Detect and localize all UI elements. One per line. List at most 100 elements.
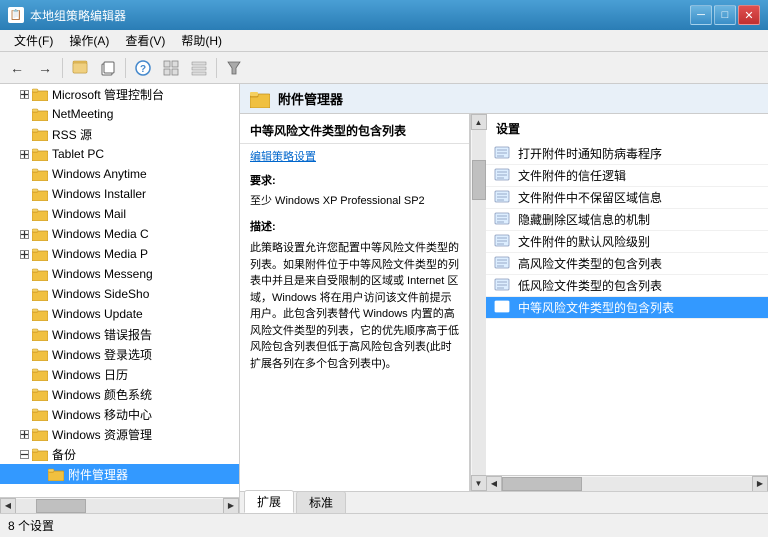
tree-item-winUpdate[interactable]: Windows Update [0,304,239,324]
tree-item-winMediaC[interactable]: Windows Media C [0,224,239,244]
view-button[interactable] [158,56,184,80]
status-bar: 8 个设置 [0,513,768,537]
copy-button[interactable] [95,56,121,80]
minimize-button[interactable]: ─ [690,5,712,25]
tree-item-winMediaP[interactable]: Windows Media P [0,244,239,264]
tree-view[interactable]: Microsoft 管理控制台NetMeetingRSS 源Tablet PCW… [0,84,239,497]
tree-item-microsoft[interactable]: Microsoft 管理控制台 [0,84,239,104]
policy-edit-link[interactable]: 编辑策略设置 [240,144,469,168]
folder-icon-winColor [32,387,48,401]
policy-title: 中等风险文件类型的包含列表 [240,114,469,144]
settings-item-5[interactable]: 高风险文件类型的包含列表 [486,253,768,275]
tree-item-winMessenger[interactable]: Windows Messeng [0,264,239,284]
folder-icon-winMessenger [32,267,48,281]
settings-item-4[interactable]: 文件附件的默认风险级别 [486,231,768,253]
tree-item-winSideShow[interactable]: Windows SideSho [0,284,239,304]
settings-item-3[interactable]: 隐藏删除区域信息的机制 [486,209,768,231]
tree-label-winLogin: Windows 登录选项 [52,346,152,363]
policy-scroll-down[interactable]: ▼ [471,475,487,491]
tree-item-tablet[interactable]: Tablet PC [0,144,239,164]
settings-scroll-thumb[interactable] [502,477,582,491]
tree-item-rss[interactable]: RSS 源 [0,124,239,144]
expander-winMessenger [16,266,32,282]
folder-icon-microsoft [32,87,48,101]
left-scroll-left[interactable]: ◀ [0,498,16,514]
folder-icon-rss [32,127,48,141]
back-button[interactable]: ← [4,56,30,80]
expander-winInstaller [16,186,32,202]
title-bar-left: 📋 本地组策略编辑器 [8,7,126,24]
expander-rss [16,126,32,142]
help-button[interactable]: ? [130,56,156,80]
folder-icon-winMail [32,207,48,221]
settings-scroll-left[interactable]: ◀ [486,476,502,492]
tab-expand[interactable]: 扩展 [244,490,294,513]
left-scroll-thumb[interactable] [36,499,86,513]
expander-backup[interactable] [16,446,32,462]
close-button[interactable]: ✕ [738,5,760,25]
tree-label-rss: RSS 源 [52,126,92,143]
tab-standard[interactable]: 标准 [296,491,346,513]
expander-winLogin [16,346,32,362]
folder-icon-winMobile [32,407,48,421]
settings-item-label-2: 文件附件中不保留区域信息 [518,189,662,206]
title-bar: 📋 本地组策略编辑器 ─ □ ✕ [0,0,768,30]
policy-scroll-up[interactable]: ▲ [471,114,487,130]
expander-winExplorer[interactable] [16,426,32,442]
left-scroll-right[interactable]: ▶ [223,498,239,514]
window-title: 本地组策略编辑器 [30,7,126,24]
tree-item-winMail[interactable]: Windows Mail [0,204,239,224]
expander-winMediaC[interactable] [16,226,32,242]
filter-button[interactable] [221,56,247,80]
tree-item-winError[interactable]: Windows 错误报告 [0,324,239,344]
settings-item-0[interactable]: 打开附件时通知防病毒程序 [486,143,768,165]
settings-item-1[interactable]: 文件附件的信任逻辑 [486,165,768,187]
tree-item-netmeeting[interactable]: NetMeeting [0,104,239,124]
expander-microsoft[interactable] [16,86,32,102]
expander-winColor [16,386,32,402]
expander-winError [16,326,32,342]
tree-item-backup[interactable]: 备份 [0,444,239,464]
expander-tablet[interactable] [16,146,32,162]
menu-action[interactable]: 操作(A) [61,30,117,51]
menu-help[interactable]: 帮助(H) [173,30,230,51]
settings-item-2[interactable]: 文件附件中不保留区域信息 [486,187,768,209]
tree-item-winLogin[interactable]: Windows 登录选项 [0,344,239,364]
tree-label-winCalendar: Windows 日历 [52,366,128,383]
policy-scrollbar[interactable]: ▲ ▼ [470,114,486,491]
forward-button[interactable]: → [32,56,58,80]
tree-item-winExplorer[interactable]: Windows 资源管理 [0,424,239,444]
right-panel: 附件管理器 中等风险文件类型的包含列表 编辑策略设置 要求: 至少 Window… [240,84,768,513]
folder-icon-winMediaP [32,247,48,261]
settings-header: 设置 [486,114,768,143]
menu-view[interactable]: 查看(V) [117,30,173,51]
folder-icon-winLogin [32,347,48,361]
toolbar-separator-1 [62,58,63,78]
menu-bar: 文件(F) 操作(A) 查看(V) 帮助(H) [0,30,768,52]
status-text: 8 个设置 [8,517,54,534]
tree-item-winMobile[interactable]: Windows 移动中心 [0,404,239,424]
settings-item-label-1: 文件附件的信任逻辑 [518,167,626,184]
list-button[interactable] [186,56,212,80]
tree-label-attachMgr: 附件管理器 [68,466,128,483]
tree-item-attachMgr[interactable]: 附件管理器 [0,464,239,484]
expander-winMediaP[interactable] [16,246,32,262]
up-button[interactable] [67,56,93,80]
settings-item-6[interactable]: 低风险文件类型的包含列表 [486,275,768,297]
tree-item-winCalendar[interactable]: Windows 日历 [0,364,239,384]
settings-item-label-6: 低风险文件类型的包含列表 [518,277,662,294]
maximize-button[interactable]: □ [714,5,736,25]
tree-item-winInstaller[interactable]: Windows Installer [0,184,239,204]
settings-item-7[interactable]: 中等风险文件类型的包含列表 [486,297,768,319]
tree-item-winAnytime[interactable]: Windows Anytime [0,164,239,184]
menu-file[interactable]: 文件(F) [6,30,61,51]
policy-scroll-thumb[interactable] [472,160,486,200]
left-h-scrollbar[interactable]: ◀ ▶ [0,497,239,513]
settings-item-label-7: 中等风险文件类型的包含列表 [518,299,674,316]
breadcrumb-title: 附件管理器 [278,89,343,108]
settings-scroll-right[interactable]: ▶ [752,476,768,492]
tree-item-winColor[interactable]: Windows 颜色系统 [0,384,239,404]
tree-label-winUpdate: Windows Update [52,307,143,321]
settings-h-scrollbar[interactable]: ◀ ▶ [486,475,768,491]
settings-item-icon-1 [494,168,512,184]
